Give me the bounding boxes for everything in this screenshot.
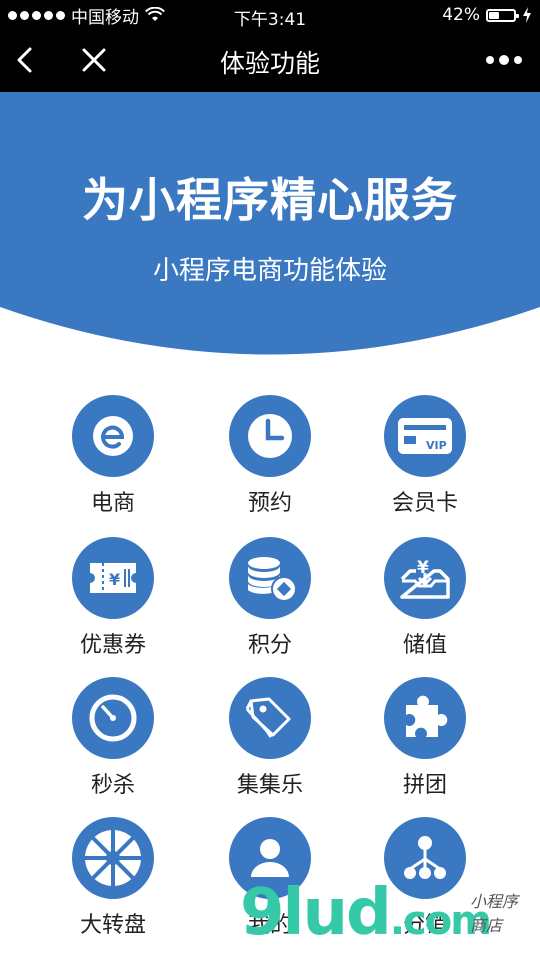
feature-label: 预约 bbox=[247, 491, 292, 516]
watermark-logo: 9lud.com bbox=[240, 876, 492, 950]
feature-flash-sale[interactable]: 秒杀 bbox=[38, 677, 188, 807]
feature-label: 优惠券 bbox=[79, 633, 146, 658]
watermark-caption: 小程序商店 bbox=[470, 892, 519, 935]
nav-bar: 体验功能 bbox=[0, 30, 540, 92]
status-bar: 中国移动 下午3:41 42% bbox=[0, 0, 540, 30]
battery-icon bbox=[486, 8, 519, 22]
feature-group-buy[interactable]: 拼团 bbox=[350, 677, 500, 807]
feature-label: 积分 bbox=[247, 633, 292, 658]
feature-label: 拼团 bbox=[402, 773, 447, 798]
svg-text:VIP: VIP bbox=[426, 439, 447, 452]
feature-label: 大转盘 bbox=[79, 913, 146, 938]
status-right: 42% bbox=[442, 0, 532, 30]
puzzle-icon bbox=[384, 677, 466, 759]
tags-icon bbox=[229, 677, 311, 759]
feature-label: 秒杀 bbox=[90, 773, 135, 798]
feature-wheel[interactable]: 大转盘 bbox=[38, 817, 188, 947]
battery-percent: 42% bbox=[442, 5, 480, 25]
feature-booking[interactable]: 预约 bbox=[195, 395, 345, 525]
watermark: 9lud.com 小程序商店 bbox=[240, 876, 530, 958]
ecommerce-icon bbox=[72, 395, 154, 477]
hero-banner: 为小程序精心服务 小程序电商功能体验 bbox=[0, 92, 540, 362]
clock-icon bbox=[229, 395, 311, 477]
feature-label: 集集乐 bbox=[236, 773, 303, 798]
charging-icon bbox=[523, 7, 531, 23]
feature-coupon[interactable]: ¥ 优惠券 bbox=[38, 537, 188, 667]
svg-text:¥: ¥ bbox=[109, 570, 120, 589]
banner-subtitle: 小程序电商功能体验 bbox=[152, 256, 387, 286]
feature-ecommerce[interactable]: 电商 bbox=[38, 395, 188, 525]
deposit-icon: ¥ bbox=[384, 537, 466, 619]
coupon-icon: ¥ bbox=[72, 537, 154, 619]
feature-collect[interactable]: 集集乐 bbox=[195, 677, 345, 807]
timer-icon bbox=[72, 677, 154, 759]
feature-deposit[interactable]: ¥ 储值 bbox=[350, 537, 500, 667]
wheel-icon bbox=[72, 817, 154, 899]
vip-card-icon: VIP bbox=[384, 395, 466, 477]
feature-label: 会员卡 bbox=[391, 491, 458, 516]
feature-vip-card[interactable]: VIP 会员卡 bbox=[350, 395, 500, 525]
coins-icon bbox=[229, 537, 311, 619]
feature-points[interactable]: 积分 bbox=[195, 537, 345, 667]
feature-label: 电商 bbox=[90, 491, 135, 516]
banner-title: 为小程序精心服务 bbox=[82, 173, 458, 227]
page-title: 体验功能 bbox=[219, 49, 320, 78]
feature-label: 储值 bbox=[402, 633, 447, 658]
more-icon[interactable] bbox=[484, 50, 524, 70]
